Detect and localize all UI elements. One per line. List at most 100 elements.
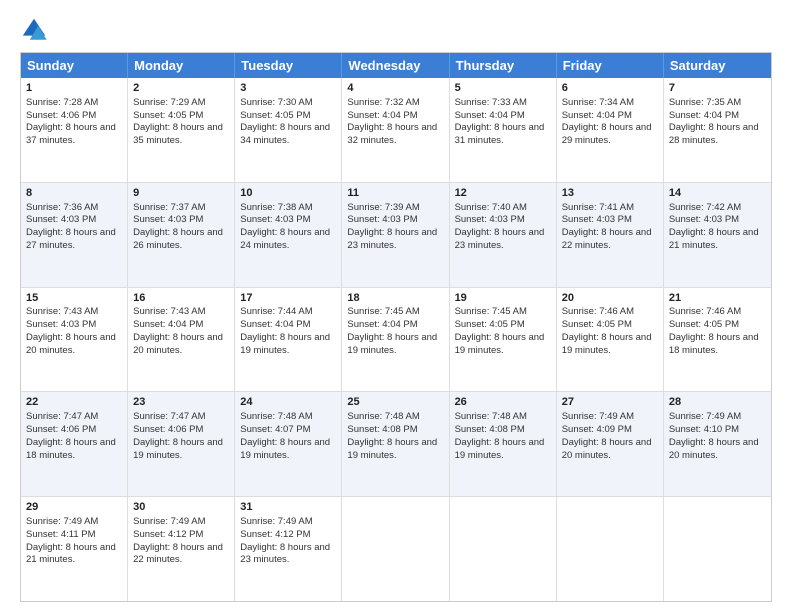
sunrise: Sunrise: 7:48 AM	[455, 411, 527, 422]
sunrise: Sunrise: 7:43 AM	[26, 306, 98, 317]
day-number: 7	[669, 81, 766, 96]
daylight: Daylight: 8 hours and 23 minutes.	[347, 227, 437, 251]
sunset: Sunset: 4:03 PM	[240, 214, 310, 225]
calendar-header-row: SundayMondayTuesdayWednesdayThursdayFrid…	[21, 53, 771, 78]
sunrise: Sunrise: 7:42 AM	[669, 202, 741, 213]
sunset: Sunset: 4:04 PM	[347, 319, 417, 330]
sunrise: Sunrise: 7:49 AM	[240, 516, 312, 527]
calendar-cell: 11Sunrise: 7:39 AMSunset: 4:03 PM Dayligh…	[342, 183, 449, 287]
sunset: Sunset: 4:04 PM	[133, 319, 203, 330]
calendar-cell: 19Sunrise: 7:45 AMSunset: 4:05 PMDayligh…	[450, 288, 557, 392]
day-number: 13	[562, 186, 658, 201]
day-number: 26	[455, 395, 551, 410]
sunrise: Sunrise: 7:33 AM	[455, 97, 527, 108]
daylight: Daylight: 8 hours and 22 minutes.	[133, 542, 223, 566]
sunrise: Sunrise: 7:40 AM	[455, 202, 527, 213]
sunset: Sunset: 4:07 PM	[240, 424, 310, 435]
day-number: 29	[26, 500, 122, 515]
calendar-cell: 25Sunrise: 7:48 AMSunset: 4:08 PMDayligh…	[342, 392, 449, 496]
daylight: Daylight: 8 hours and 18 minutes.	[669, 332, 759, 356]
daylight: Daylight: 8 hours and 19 minutes.	[133, 437, 223, 461]
calendar-cell: 27Sunrise: 7:49 AMSunset: 4:09 PMDayligh…	[557, 392, 664, 496]
sunrise: Sunrise: 7:47 AM	[133, 411, 205, 422]
calendar-cell: 24Sunrise: 7:48 AMSunset: 4:07 PMDayligh…	[235, 392, 342, 496]
calendar-cell: 12Sunrise: 7:40 AMSunset: 4:03 PM Dayligh…	[450, 183, 557, 287]
sunset: Sunset: 4:06 PM	[133, 424, 203, 435]
day-number: 8	[26, 186, 122, 201]
sunset: Sunset: 4:06 PM	[26, 110, 96, 121]
sunrise: Sunrise: 7:49 AM	[669, 411, 741, 422]
calendar-cell	[557, 497, 664, 601]
sunset: Sunset: 4:11 PM	[26, 529, 96, 540]
daylight: Daylight: 8 hours and 21 minutes.	[669, 227, 759, 251]
day-number: 28	[669, 395, 766, 410]
calendar-cell: 2Sunrise: 7:29 AMSunset: 4:05 PMDaylight…	[128, 78, 235, 182]
daylight: Daylight: 8 hours and 22 minutes.	[562, 227, 652, 251]
day-number: 22	[26, 395, 122, 410]
sunrise: Sunrise: 7:46 AM	[562, 306, 634, 317]
daylight: Daylight: 8 hours and 19 minutes.	[562, 332, 652, 356]
calendar-cell: 23Sunrise: 7:47 AMSunset: 4:06 PMDayligh…	[128, 392, 235, 496]
sunset: Sunset: 4:03 PM	[347, 214, 417, 225]
sunrise: Sunrise: 7:47 AM	[26, 411, 98, 422]
sunrise: Sunrise: 7:45 AM	[455, 306, 527, 317]
sunset: Sunset: 4:05 PM	[669, 319, 739, 330]
calendar-header-cell: Monday	[128, 53, 235, 78]
sunset: Sunset: 4:03 PM	[455, 214, 525, 225]
sunset: Sunset: 4:03 PM	[669, 214, 739, 225]
daylight: Daylight: 8 hours and 24 minutes.	[240, 227, 330, 251]
daylight: Daylight: 8 hours and 23 minutes.	[455, 227, 545, 251]
daylight: Daylight: 8 hours and 20 minutes.	[133, 332, 223, 356]
calendar-cell: 17Sunrise: 7:44 AMSunset: 4:04 PMDayligh…	[235, 288, 342, 392]
day-number: 21	[669, 291, 766, 306]
sunrise: Sunrise: 7:37 AM	[133, 202, 205, 213]
sunrise: Sunrise: 7:29 AM	[133, 97, 205, 108]
calendar-cell: 15Sunrise: 7:43 AMSunset: 4:03 PMDayligh…	[21, 288, 128, 392]
sunrise: Sunrise: 7:39 AM	[347, 202, 419, 213]
day-number: 12	[455, 186, 551, 201]
sunrise: Sunrise: 7:48 AM	[240, 411, 312, 422]
calendar-row: 22Sunrise: 7:47 AMSunset: 4:06 PMDayligh…	[21, 391, 771, 496]
sunset: Sunset: 4:04 PM	[669, 110, 739, 121]
calendar-header-cell: Tuesday	[235, 53, 342, 78]
calendar-cell: 26Sunrise: 7:48 AM Sunset: 4:08 PM Dayligh…	[450, 392, 557, 496]
day-number: 2	[133, 81, 229, 96]
calendar-cell: 10Sunrise: 7:38 AMSunset: 4:03 PMDayligh…	[235, 183, 342, 287]
sunrise: Sunrise: 7:34 AM	[562, 97, 634, 108]
daylight: Daylight: 8 hours and 26 minutes.	[133, 227, 223, 251]
daylight: Daylight: 8 hours and 21 minutes.	[26, 542, 116, 566]
sunrise: Sunrise: 7:49 AM	[26, 516, 98, 527]
day-number: 14	[669, 186, 766, 201]
daylight: Daylight: 8 hours and 32 minutes.	[347, 122, 437, 146]
daylight: Daylight: 8 hours and 19 minutes.	[347, 437, 437, 461]
daylight: Daylight: 8 hours and 19 minutes.	[240, 437, 330, 461]
sunrise: Sunrise: 7:38 AM	[240, 202, 312, 213]
sunset: Sunset: 4:04 PM	[240, 319, 310, 330]
sunset: Sunset: 4:10 PM	[669, 424, 739, 435]
calendar-cell: 9Sunrise: 7:37 AMSunset: 4:03 PMDaylight…	[128, 183, 235, 287]
sunset: Sunset: 4:09 PM	[562, 424, 632, 435]
sunrise: Sunrise: 7:48 AM	[347, 411, 419, 422]
sunset: Sunset: 4:05 PM	[133, 110, 203, 121]
daylight: Daylight: 8 hours and 28 minutes.	[669, 122, 759, 146]
daylight: Daylight: 8 hours and 19 minutes.	[455, 437, 545, 461]
daylight: Daylight: 8 hours and 20 minutes.	[26, 332, 116, 356]
sunrise: Sunrise: 7:30 AM	[240, 97, 312, 108]
day-number: 9	[133, 186, 229, 201]
calendar-cell: 4Sunrise: 7:32 AMSunset: 4:04 PMDaylight…	[342, 78, 449, 182]
day-number: 19	[455, 291, 551, 306]
calendar-cell: 22Sunrise: 7:47 AMSunset: 4:06 PMDayligh…	[21, 392, 128, 496]
day-number: 20	[562, 291, 658, 306]
daylight: Daylight: 8 hours and 31 minutes.	[455, 122, 545, 146]
daylight: Daylight: 8 hours and 19 minutes.	[455, 332, 545, 356]
calendar-cell: 7Sunrise: 7:35 AM Sunset: 4:04 PMDaylight…	[664, 78, 771, 182]
sunset: Sunset: 4:08 PM	[455, 424, 525, 435]
day-number: 25	[347, 395, 443, 410]
calendar-row: 15Sunrise: 7:43 AMSunset: 4:03 PMDayligh…	[21, 287, 771, 392]
sunrise: Sunrise: 7:35 AM	[669, 97, 741, 108]
sunrise: Sunrise: 7:44 AM	[240, 306, 312, 317]
day-number: 30	[133, 500, 229, 515]
day-number: 11	[347, 186, 443, 201]
day-number: 3	[240, 81, 336, 96]
calendar-cell: 8Sunrise: 7:36 AMSunset: 4:03 PMDaylight…	[21, 183, 128, 287]
